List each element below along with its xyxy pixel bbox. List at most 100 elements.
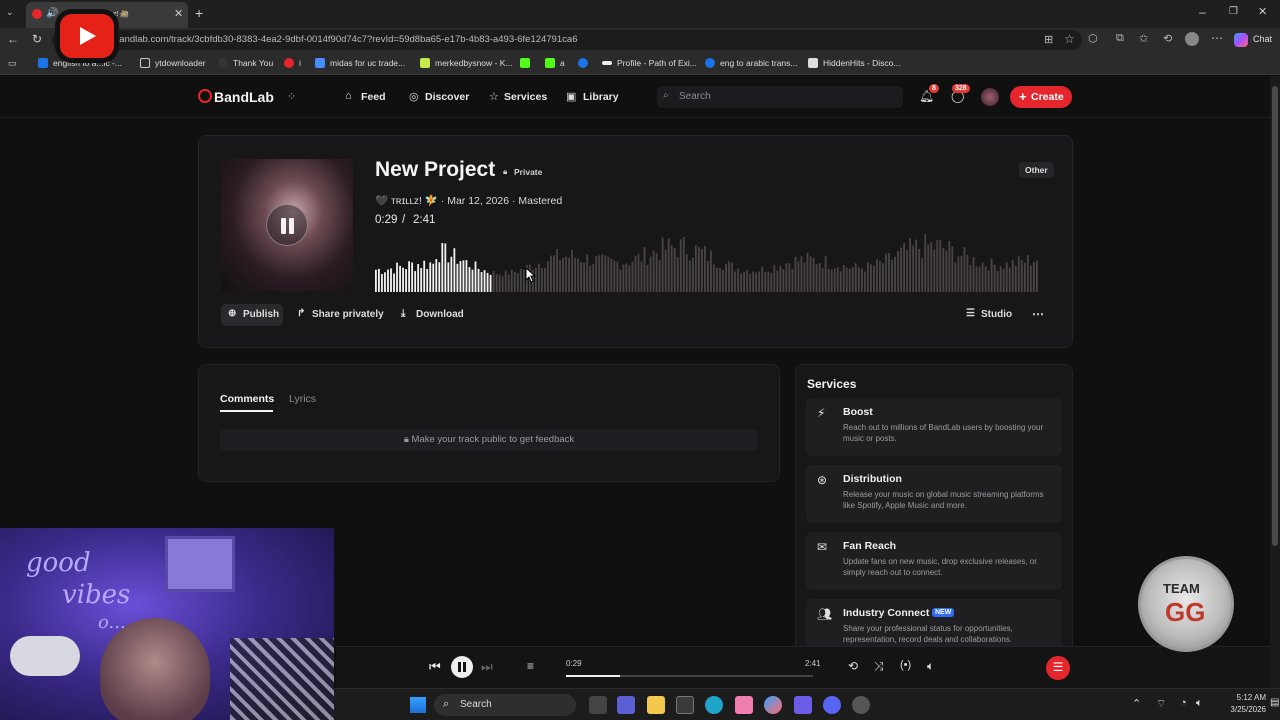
apps-grid-icon[interactable]: ⁘ <box>287 90 296 103</box>
page-scrollbar[interactable] <box>1270 76 1280 688</box>
taskbar-search-label: Search <box>460 699 492 710</box>
network-icon[interactable]: ⌔ <box>1156 697 1166 711</box>
waveform-bar <box>414 271 417 292</box>
compass-icon: ◎ <box>409 91 419 103</box>
waveform-bar <box>688 260 691 292</box>
extensions-icon[interactable]: ⬡ <box>1088 32 1098 45</box>
bookmark-item[interactable]: Profile - Path of Exi... <box>602 58 697 68</box>
favorites-icon[interactable]: ✩ <box>1139 32 1148 45</box>
copilot-icon[interactable] <box>1234 33 1248 47</box>
nav-discover[interactable]: Discover <box>425 91 469 103</box>
url-field[interactable]: bandlab.com/track/3cbfdb30-8383-4ea2-9db… <box>52 30 1082 50</box>
history-icon[interactable]: ⟲ <box>1163 32 1172 45</box>
nav-feed[interactable]: Feed <box>361 91 386 103</box>
pause-button[interactable] <box>266 204 308 246</box>
tray-chevron-icon[interactable]: ⌃ <box>1132 697 1141 710</box>
discord-icon[interactable] <box>823 696 841 714</box>
teams-icon[interactable] <box>617 696 635 714</box>
bookmark-item[interactable]: i <box>284 58 301 68</box>
scrollbar-thumb[interactable] <box>1272 86 1278 546</box>
bookmark-item[interactable]: merkedbysnow - K... <box>420 58 512 68</box>
bookmark-item[interactable]: midas for uc trade... <box>315 58 405 68</box>
waveform-bar <box>486 272 489 292</box>
volume-icon[interactable]: 🔈︎ <box>927 659 934 674</box>
previous-icon[interactable]: ⏮︎ <box>429 659 441 675</box>
waveform[interactable] <box>375 232 1039 292</box>
minimize-icon[interactable]: – <box>1199 5 1206 19</box>
clock-time[interactable]: 5:12 AM <box>1210 693 1266 702</box>
time-total: 2:41 <box>413 214 436 226</box>
bandlab-logo-icon[interactable] <box>198 89 212 103</box>
tab-comments[interactable]: Comments <box>220 393 274 405</box>
service-boost[interactable]: ⚡︎ Boost Reach out to millions of BandLa… <box>806 398 1062 456</box>
create-button[interactable]: + Create <box>1010 86 1072 108</box>
new-tab-icon[interactable]: + <box>195 5 203 21</box>
app-available-icon[interactable]: ⊞ <box>1044 33 1053 46</box>
genre-tag[interactable]: Other <box>1019 162 1054 178</box>
user-avatar[interactable] <box>981 88 999 106</box>
bookmark-item[interactable]: ytdownloader <box>140 58 206 68</box>
task-view-icon[interactable] <box>589 696 607 714</box>
refresh-icon[interactable]: ↻ <box>32 32 42 46</box>
service-fan-reach[interactable]: ✉ Fan Reach Update fans on new music, dr… <box>806 532 1062 590</box>
publish-button[interactable]: ⊕ Publish <box>221 304 283 326</box>
profile-avatar[interactable] <box>1185 32 1199 46</box>
search-input[interactable]: ⌕ Search <box>657 86 903 108</box>
bookmark-item[interactable]: Thank You <box>218 58 273 68</box>
bookmark-item[interactable]: english to a...ic -... <box>38 58 122 68</box>
app-icon[interactable] <box>794 696 812 714</box>
next-icon[interactable]: ⏭︎ <box>481 659 493 675</box>
copilot-icon[interactable] <box>764 696 782 714</box>
waveform-bar <box>749 274 752 292</box>
player-menu-button[interactable]: ☰ <box>1046 656 1070 680</box>
shuffle-icon[interactable]: ⤨ <box>874 659 884 674</box>
tab-list-chevron-icon[interactable]: ⌄ <box>6 7 14 18</box>
speaker-icon[interactable]: 🔊 <box>46 8 58 19</box>
favorite-star-icon[interactable]: ☆ <box>1064 32 1075 46</box>
bookmark-item[interactable]: eng to arabic trans... <box>705 58 798 68</box>
split-screen-icon[interactable]: ⧉ <box>1116 32 1124 45</box>
clock-date[interactable]: 3/25/2026 <box>1210 705 1266 714</box>
more-options-icon[interactable]: ⋯ <box>1027 304 1049 326</box>
more-menu-icon[interactable]: ⋯ <box>1211 31 1223 45</box>
file-explorer-icon[interactable] <box>647 696 665 714</box>
queue-icon[interactable]: ≡ <box>527 659 534 673</box>
app-icon[interactable] <box>852 696 870 714</box>
waveform-bar <box>465 260 468 292</box>
pause-icon <box>458 662 461 672</box>
close-window-icon[interactable]: ✕ <box>1258 5 1267 18</box>
player-progress-track[interactable] <box>566 675 813 677</box>
repeat-icon[interactable]: ⟲ <box>848 659 858 673</box>
nav-services[interactable]: Services <box>504 91 547 103</box>
waveform-bar <box>667 238 670 292</box>
tab-close-icon[interactable]: ✕ <box>174 7 183 20</box>
nav-library[interactable]: Library <box>583 91 619 103</box>
taskbar-search[interactable]: ⌕ Search <box>434 694 576 716</box>
share-privately-button[interactable]: ↱ Share privately <box>291 304 385 326</box>
app-icon[interactable] <box>735 696 753 714</box>
chat-label[interactable]: Chat <box>1253 34 1272 44</box>
track-cover-art[interactable] <box>221 159 353 291</box>
bookmark-item[interactable]: a <box>545 58 565 68</box>
bookmark-item[interactable] <box>578 58 593 68</box>
studio-button[interactable]: ☰ Studio <box>959 304 1019 326</box>
wifi-icon[interactable]: ◔ <box>1180 697 1187 709</box>
play-pause-button[interactable] <box>451 656 473 678</box>
store-icon[interactable] <box>676 696 694 714</box>
pause-icon <box>281 218 286 234</box>
service-distribution[interactable]: ⊛ Distribution Release your music on glo… <box>806 465 1062 523</box>
download-button[interactable]: ⤓ Download <box>393 304 465 326</box>
reading-list-icon[interactable]: ▭ <box>8 58 17 69</box>
restore-icon[interactable]: ❐ <box>1229 6 1238 17</box>
volume-icon[interactable]: 🔈︎ <box>1196 697 1203 710</box>
bandlab-logo-text[interactable]: BandLab <box>214 89 274 105</box>
bookmark-item[interactable] <box>520 58 535 68</box>
edge-icon[interactable] <box>705 696 723 714</box>
tab-lyrics[interactable]: Lyrics <box>289 393 316 405</box>
bookmark-item[interactable]: HiddenHits - Disco... <box>808 58 900 68</box>
broadcast-icon[interactable]: (•) <box>900 659 911 671</box>
back-icon[interactable]: ← <box>7 32 19 46</box>
windows-start-icon[interactable] <box>410 697 426 713</box>
notification-center-icon[interactable]: ▤ <box>1270 697 1279 708</box>
waveform-bar <box>673 248 676 292</box>
